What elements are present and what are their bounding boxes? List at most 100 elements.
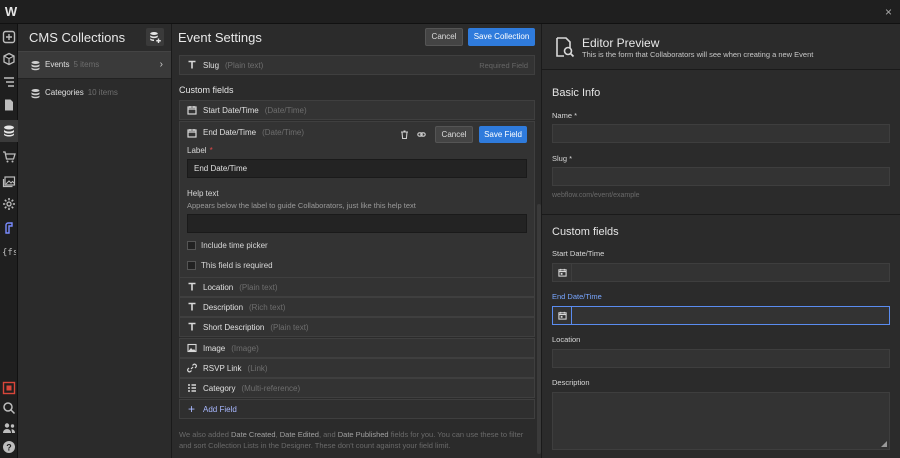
field-name: End Date/Time (Date/Time) — [203, 128, 304, 137]
field-row-short-description[interactable]: Short Description (Plain text) — [179, 317, 535, 337]
field-type: (Date/Time) — [262, 128, 304, 137]
label-field-label: Label * — [187, 146, 213, 155]
image-icon — [187, 343, 197, 353]
system-fields-note: We also added Date Created, Date Edited,… — [179, 429, 535, 451]
add-field-label: Add Field — [203, 405, 237, 414]
field-required-checkbox[interactable] — [187, 261, 196, 270]
settings-icon[interactable] — [2, 197, 16, 211]
add-icon[interactable] — [2, 30, 16, 44]
search-icon[interactable] — [2, 401, 16, 415]
settings-scrollbar[interactable] — [537, 204, 541, 454]
field-row-slug[interactable]: Slug (Plain text) Required Field — [179, 55, 535, 75]
note-field-date-created: Date Created — [230, 430, 276, 439]
collection-item-categories[interactable]: Categories 10 items — [18, 80, 171, 108]
logic-icon[interactable] — [2, 221, 16, 235]
start-date-input[interactable] — [552, 263, 890, 282]
collection-label: Events 5 items — [45, 60, 99, 69]
end-date-input[interactable] — [552, 306, 890, 325]
editor-preview-panel: Editor Preview This is the form that Col… — [542, 24, 900, 458]
add-collection-icon — [150, 32, 161, 43]
field-name: Location (Plain text) — [203, 283, 277, 292]
help-text-description: Appears below the label to guide Collabo… — [187, 201, 416, 210]
field-cancel-button[interactable]: Cancel — [435, 126, 473, 143]
calendar-icon — [187, 105, 197, 115]
label-input[interactable]: End Date/Time — [187, 159, 527, 178]
preview-subtitle: This is the form that Collaborators will… — [582, 50, 814, 59]
note-field-date-edited: Date Edited — [279, 430, 319, 439]
link-icon — [187, 363, 197, 373]
label-text: Label — [187, 146, 207, 155]
box-icon[interactable] — [2, 52, 16, 66]
field-row-category[interactable]: Category (Multi-reference) — [179, 378, 535, 398]
help-text-input[interactable] — [187, 214, 527, 233]
resize-grip-icon[interactable] — [881, 441, 887, 447]
pages-icon[interactable] — [2, 98, 16, 112]
finsweet-icon[interactable]: {fs — [2, 244, 16, 258]
slug-input[interactable] — [552, 167, 890, 186]
calendar-icon — [187, 128, 197, 138]
field-label: Location — [203, 283, 234, 292]
collection-icon — [30, 88, 41, 99]
text-icon — [187, 60, 197, 70]
navigator-icon[interactable] — [2, 75, 16, 89]
help-text-label: Help text — [187, 189, 219, 198]
end-date-label: End Date/Time — [552, 292, 602, 301]
close-icon[interactable]: × — [885, 5, 892, 19]
cms-icon[interactable] — [0, 120, 18, 142]
field-type: (Plain text) — [239, 283, 278, 292]
field-name: Category (Multi-reference) — [203, 384, 300, 393]
record-icon[interactable] — [2, 381, 16, 395]
plus-icon: + — [188, 402, 196, 416]
field-name: Short Description (Plain text) — [203, 323, 309, 332]
required-field-note: Required Field — [479, 61, 528, 70]
include-time-picker-checkbox[interactable] — [187, 241, 196, 250]
collection-item-events[interactable]: Events 5 items › — [18, 51, 171, 79]
collection-name: Events — [45, 60, 70, 69]
collection-name: Categories — [45, 88, 84, 97]
collection-label: Categories 10 items — [45, 88, 118, 97]
chevron-right-icon[interactable]: › — [160, 59, 163, 70]
field-row-location[interactable]: Location (Plain text) — [179, 277, 535, 297]
settings-title: Event Settings — [178, 30, 262, 45]
save-field-button[interactable]: Save Field — [479, 126, 527, 143]
preview-custom-fields-heading: Custom fields — [552, 226, 619, 238]
slug-hint: webflow.com/event/example — [552, 192, 640, 199]
field-name: Description (Rich text) — [203, 303, 285, 312]
add-collection-button[interactable] — [146, 28, 164, 46]
help-icon[interactable]: ? — [2, 440, 16, 454]
link-icon[interactable] — [417, 130, 426, 139]
cms-collections-panel: CMS Collections Events 5 items › Categori… — [18, 24, 172, 458]
location-input[interactable] — [552, 349, 890, 368]
svg-text:{fs: {fs — [2, 248, 16, 258]
collaborators-icon[interactable] — [2, 421, 16, 435]
ecommerce-icon[interactable] — [2, 150, 16, 164]
field-type: (Multi-reference) — [241, 384, 301, 393]
field-row-rsvp-link[interactable]: RSVP Link (Link) — [179, 358, 535, 378]
preview-header: Editor Preview This is the form that Col… — [542, 24, 900, 70]
cancel-button[interactable]: Cancel — [425, 28, 463, 46]
field-label: Slug — [203, 61, 220, 70]
name-input[interactable] — [552, 124, 890, 143]
document-search-icon — [553, 36, 575, 58]
field-label: Image — [203, 344, 226, 353]
note-text: , and — [318, 430, 338, 439]
field-row-description[interactable]: Description (Rich text) — [179, 297, 535, 317]
calendar-icon[interactable] — [553, 307, 572, 324]
field-type: (Image) — [231, 344, 259, 353]
field-type: (Date/Time) — [264, 106, 307, 115]
field-row-start-date[interactable]: Start Date/Time (Date/Time) — [179, 100, 535, 120]
collections-title: CMS Collections — [29, 30, 126, 45]
assets-icon[interactable] — [2, 174, 16, 188]
trash-icon[interactable] — [400, 130, 409, 139]
field-row-image[interactable]: Image (Image) — [179, 338, 535, 358]
add-field-button[interactable]: + Add Field — [179, 399, 535, 419]
location-label: Location — [552, 335, 581, 344]
left-toolbar: {fs ? — [0, 24, 18, 458]
description-input[interactable] — [552, 392, 890, 450]
webflow-logo-icon[interactable]: W — [3, 4, 19, 20]
calendar-icon[interactable] — [553, 264, 572, 281]
name-label: Name * — [552, 111, 578, 120]
collection-icon — [30, 60, 41, 71]
description-label: Description — [552, 378, 590, 387]
save-collection-button[interactable]: Save Collection — [468, 28, 535, 46]
